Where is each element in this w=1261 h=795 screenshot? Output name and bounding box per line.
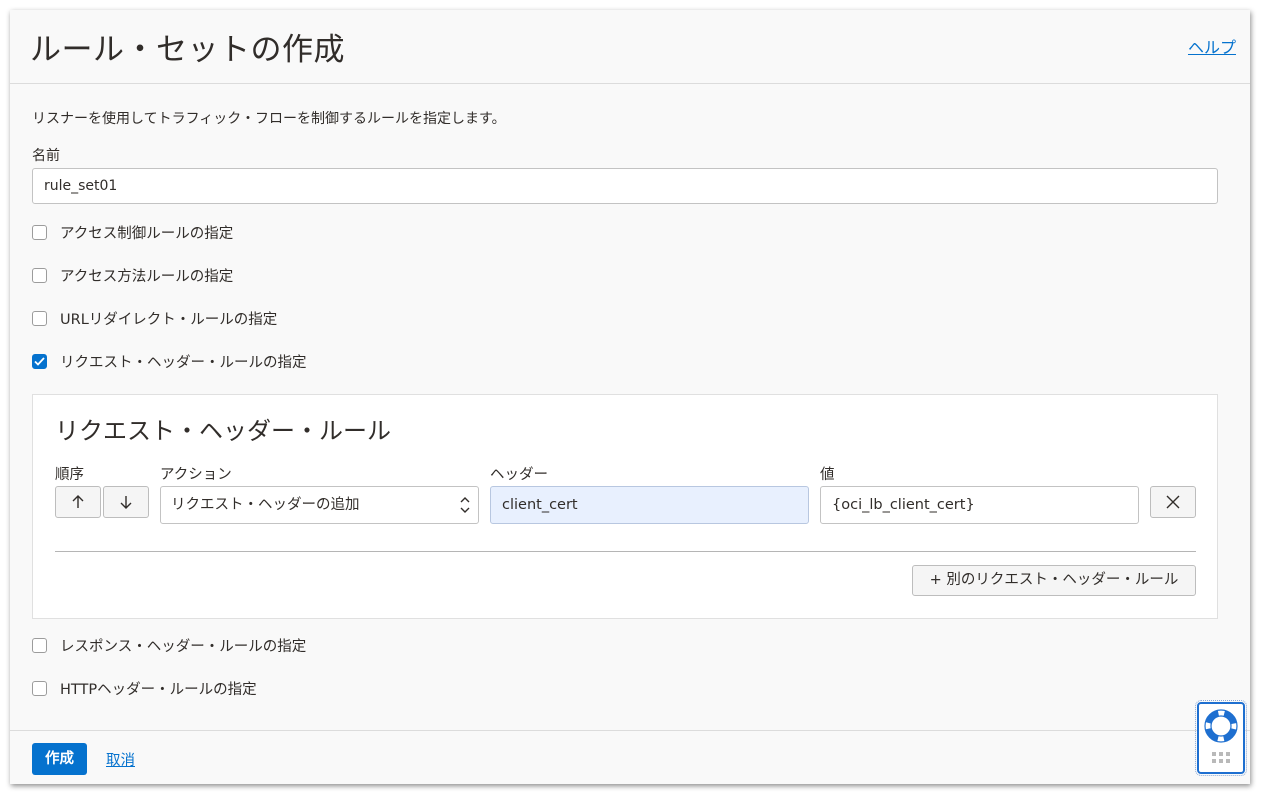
name-label: 名前: [32, 148, 60, 164]
remove-rule-button[interactable]: [1150, 486, 1196, 518]
header-column-label: ヘッダー: [490, 467, 548, 483]
response-header-checkbox[interactable]: [32, 637, 47, 653]
order-column-label: 順序: [55, 467, 84, 483]
panel-header: ルール・セットの作成 ヘルプ: [10, 10, 1250, 84]
checkbox-label: HTTPヘッダー・ルールの指定: [60, 681, 257, 698]
access-control-checkbox[interactable]: [32, 224, 47, 240]
lifebuoy-icon: [1204, 709, 1238, 763]
panel-footer: 作成 取消: [10, 730, 1250, 784]
value-column-label: 値: [820, 467, 835, 483]
checkbox-row-access-method[interactable]: アクセス方法ルールの指定: [32, 265, 233, 285]
section-divider: [55, 551, 1196, 552]
arrow-down-icon: [120, 496, 132, 509]
move-up-button[interactable]: [55, 486, 101, 518]
value-input[interactable]: {oci_lb_client_cert}: [820, 486, 1139, 524]
action-select-value: リクエスト・ヘッダーの追加: [171, 497, 360, 513]
checkbox-label: リクエスト・ヘッダー・ルールの指定: [60, 354, 307, 371]
request-header-rules-section: リクエスト・ヘッダー・ルール 順序 アクション ヘッダー 値 リクエスト・ヘッダ…: [32, 394, 1218, 619]
chevron-updown-icon: [460, 497, 470, 513]
action-column-label: アクション: [160, 467, 232, 483]
form-description: リスナーを使用してトラフィック・フローを制御するルールを指定します。: [32, 111, 506, 127]
create-button[interactable]: 作成: [32, 743, 87, 775]
section-title: リクエスト・ヘッダー・ルール: [55, 417, 391, 445]
request-header-checkbox[interactable]: [32, 353, 47, 369]
checkbox-label: アクセス制御ルールの指定: [60, 225, 234, 242]
checkbox-row-request-header[interactable]: リクエスト・ヘッダー・ルールの指定: [32, 351, 307, 371]
checkbox-row-url-redirect[interactable]: URLリダイレクト・ルールの指定: [32, 308, 277, 328]
arrow-up-icon: [72, 495, 84, 508]
cancel-link[interactable]: 取消: [106, 749, 135, 770]
checkbox-label: レスポンス・ヘッダー・ルールの指定: [60, 638, 307, 655]
checkbox-label: アクセス方法ルールの指定: [60, 268, 234, 285]
add-request-header-rule-button[interactable]: + 別のリクエスト・ヘッダー・ルール: [912, 565, 1196, 596]
action-select[interactable]: リクエスト・ヘッダーの追加: [160, 486, 479, 524]
close-icon: [1166, 495, 1180, 509]
help-link[interactable]: ヘルプ: [1188, 34, 1236, 58]
name-input[interactable]: rule_set01: [32, 168, 1218, 204]
page-title: ルール・セットの作成: [30, 32, 345, 68]
move-down-button[interactable]: [103, 486, 149, 518]
checkbox-label: URLリダイレクト・ルールの指定: [60, 311, 278, 328]
support-widget[interactable]: [1195, 700, 1247, 776]
url-redirect-checkbox[interactable]: [32, 310, 47, 326]
create-rule-set-panel: ルール・セットの作成 ヘルプ リスナーを使用してトラフィック・フローを制御するル…: [10, 10, 1250, 784]
http-header-checkbox[interactable]: [32, 680, 47, 696]
access-method-checkbox[interactable]: [32, 267, 47, 283]
checkbox-row-access-control[interactable]: アクセス制御ルールの指定: [32, 222, 233, 242]
checkmark-icon: [34, 356, 45, 366]
checkbox-row-response-header[interactable]: レスポンス・ヘッダー・ルールの指定: [32, 635, 306, 655]
grip-dots-icon: [1212, 752, 1230, 763]
header-input[interactable]: client_cert: [490, 486, 809, 524]
checkbox-row-http-header[interactable]: HTTPヘッダー・ルールの指定: [32, 678, 257, 698]
